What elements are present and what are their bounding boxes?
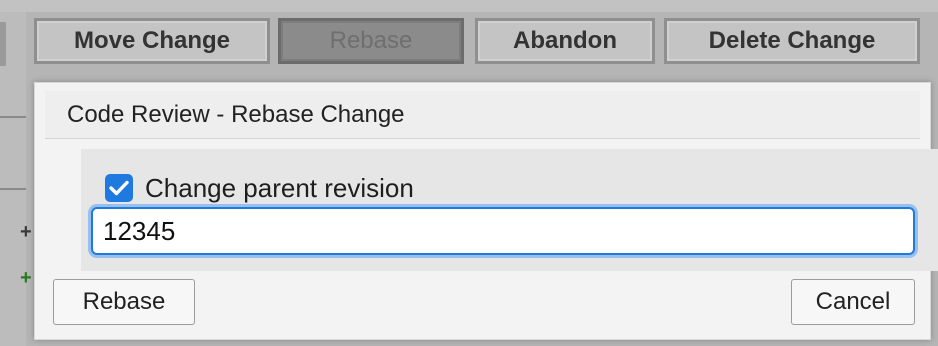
- dialog-header: Code Review - Rebase Change: [45, 91, 920, 139]
- rebase-dialog: Code Review - Rebase Change Change paren…: [34, 82, 938, 340]
- gutter-divider: [0, 188, 26, 190]
- confirm-rebase-button[interactable]: Rebase: [53, 279, 195, 325]
- diff-added-marker: +: [20, 221, 32, 243]
- rebase-button[interactable]: Rebase: [278, 18, 464, 64]
- checkmark-icon: [109, 180, 129, 196]
- gutter-rule: [0, 22, 6, 66]
- diff-gutter: [0, 12, 26, 346]
- header-strip: [0, 0, 938, 12]
- gutter-divider: [0, 116, 26, 118]
- delete-change-button[interactable]: Delete Change: [664, 18, 920, 64]
- move-change-button[interactable]: Move Change: [34, 18, 270, 64]
- abandon-button[interactable]: Abandon: [475, 18, 655, 64]
- change-parent-checkbox[interactable]: [105, 174, 133, 202]
- cancel-button[interactable]: Cancel: [791, 279, 915, 325]
- diff-added-marker: +: [20, 267, 32, 289]
- change-parent-option[interactable]: Change parent revision: [105, 171, 414, 205]
- dialog-title: Code Review - Rebase Change: [67, 101, 405, 128]
- parent-revision-input[interactable]: [91, 207, 915, 255]
- change-parent-label: Change parent revision: [145, 172, 414, 203]
